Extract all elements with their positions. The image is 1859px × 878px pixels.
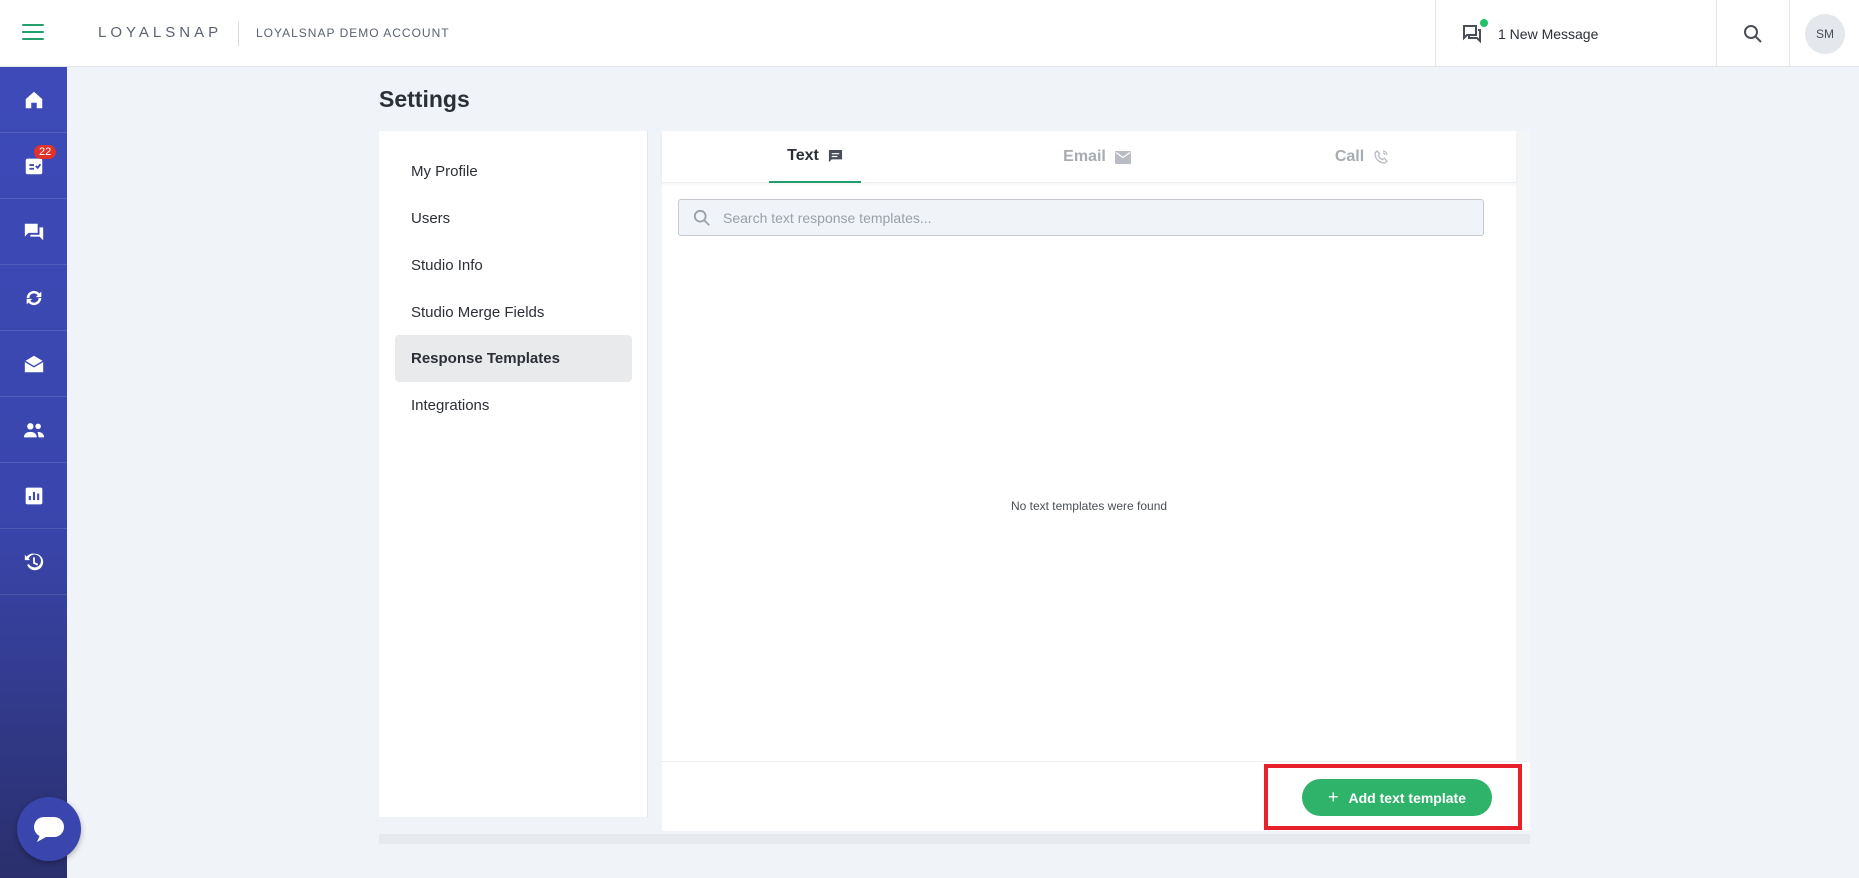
- unread-dot: [1480, 18, 1488, 27]
- menu-icon[interactable]: [22, 24, 44, 42]
- templates-panel: Text Email Call No text templates were f…: [662, 131, 1530, 831]
- search-icon: [1744, 24, 1762, 43]
- empty-state-message: No text templates were found: [1010, 499, 1168, 513]
- search-icon: [693, 209, 710, 226]
- add-text-template-button[interactable]: + Add text template: [1302, 779, 1492, 816]
- template-type-tabs: Text Email Call: [662, 131, 1516, 183]
- menu-item-integrations[interactable]: Integrations: [395, 382, 632, 429]
- search-button[interactable]: [1717, 0, 1790, 67]
- reports-icon: [25, 487, 42, 504]
- tab-call[interactable]: Call: [1312, 131, 1412, 183]
- menu-item-my-profile[interactable]: My Profile: [395, 148, 632, 195]
- new-message-button[interactable]: 1 New Message: [1435, 0, 1717, 67]
- nav-mail[interactable]: [0, 331, 67, 397]
- menu-item-response-templates[interactable]: Response Templates: [395, 335, 632, 382]
- template-search: [678, 199, 1484, 236]
- search-input[interactable]: [723, 209, 1463, 226]
- home-icon: [25, 91, 42, 108]
- account-name: LOYALSNAP DEMO ACCOUNT: [256, 26, 450, 40]
- tab-call-label: Call: [1334, 148, 1365, 165]
- history-icon: [24, 553, 43, 570]
- panel-bottom-strip: [379, 834, 1530, 844]
- sync-icon: [26, 290, 41, 305]
- nav-reports[interactable]: [0, 463, 67, 529]
- inbox-badge: 22: [34, 145, 57, 159]
- side-nav: 22: [0, 67, 67, 878]
- tab-text-label: Text: [787, 147, 819, 164]
- divider: [238, 22, 239, 46]
- chat-widget-button[interactable]: [17, 797, 81, 861]
- page-title: Settings: [379, 86, 470, 112]
- nav-history[interactable]: [0, 529, 67, 595]
- contacts-icon: [23, 422, 44, 437]
- nav-conversations[interactable]: [0, 199, 67, 265]
- nav-tasks[interactable]: 22: [0, 133, 67, 199]
- tab-email-label: Email: [1063, 148, 1106, 165]
- sms-icon: [828, 149, 842, 162]
- phone-icon: [1374, 150, 1389, 164]
- add-text-template-label: Add text template: [1348, 789, 1466, 806]
- menu-item-studio-info[interactable]: Studio Info: [395, 242, 632, 289]
- nav-sync[interactable]: [0, 265, 67, 331]
- mail-icon: [23, 355, 44, 372]
- nav-contacts[interactable]: [0, 397, 67, 463]
- menu-item-studio-merge-fields[interactable]: Studio Merge Fields: [395, 289, 632, 336]
- plus-icon: +: [1328, 787, 1339, 807]
- top-bar: LOYALSNAP LOYALSNAP DEMO ACCOUNT 1 New M…: [0, 0, 1859, 67]
- brand-logo[interactable]: LOYALSNAP: [98, 24, 222, 41]
- tab-email[interactable]: Email: [1042, 131, 1152, 183]
- chat-icon: [34, 817, 64, 842]
- conversations-icon: [24, 223, 43, 240]
- messages-icon: [1460, 18, 1488, 46]
- menu-item-users[interactable]: Users: [395, 195, 632, 242]
- panel-footer: + Add text template: [662, 761, 1530, 831]
- email-icon: [1114, 150, 1131, 164]
- tab-text[interactable]: Text: [769, 131, 861, 183]
- nav-home[interactable]: [0, 67, 67, 133]
- new-message-label: 1 New Message: [1498, 25, 1599, 42]
- avatar[interactable]: SM: [1805, 14, 1845, 54]
- settings-menu: My Profile Users Studio Info Studio Merg…: [379, 131, 648, 817]
